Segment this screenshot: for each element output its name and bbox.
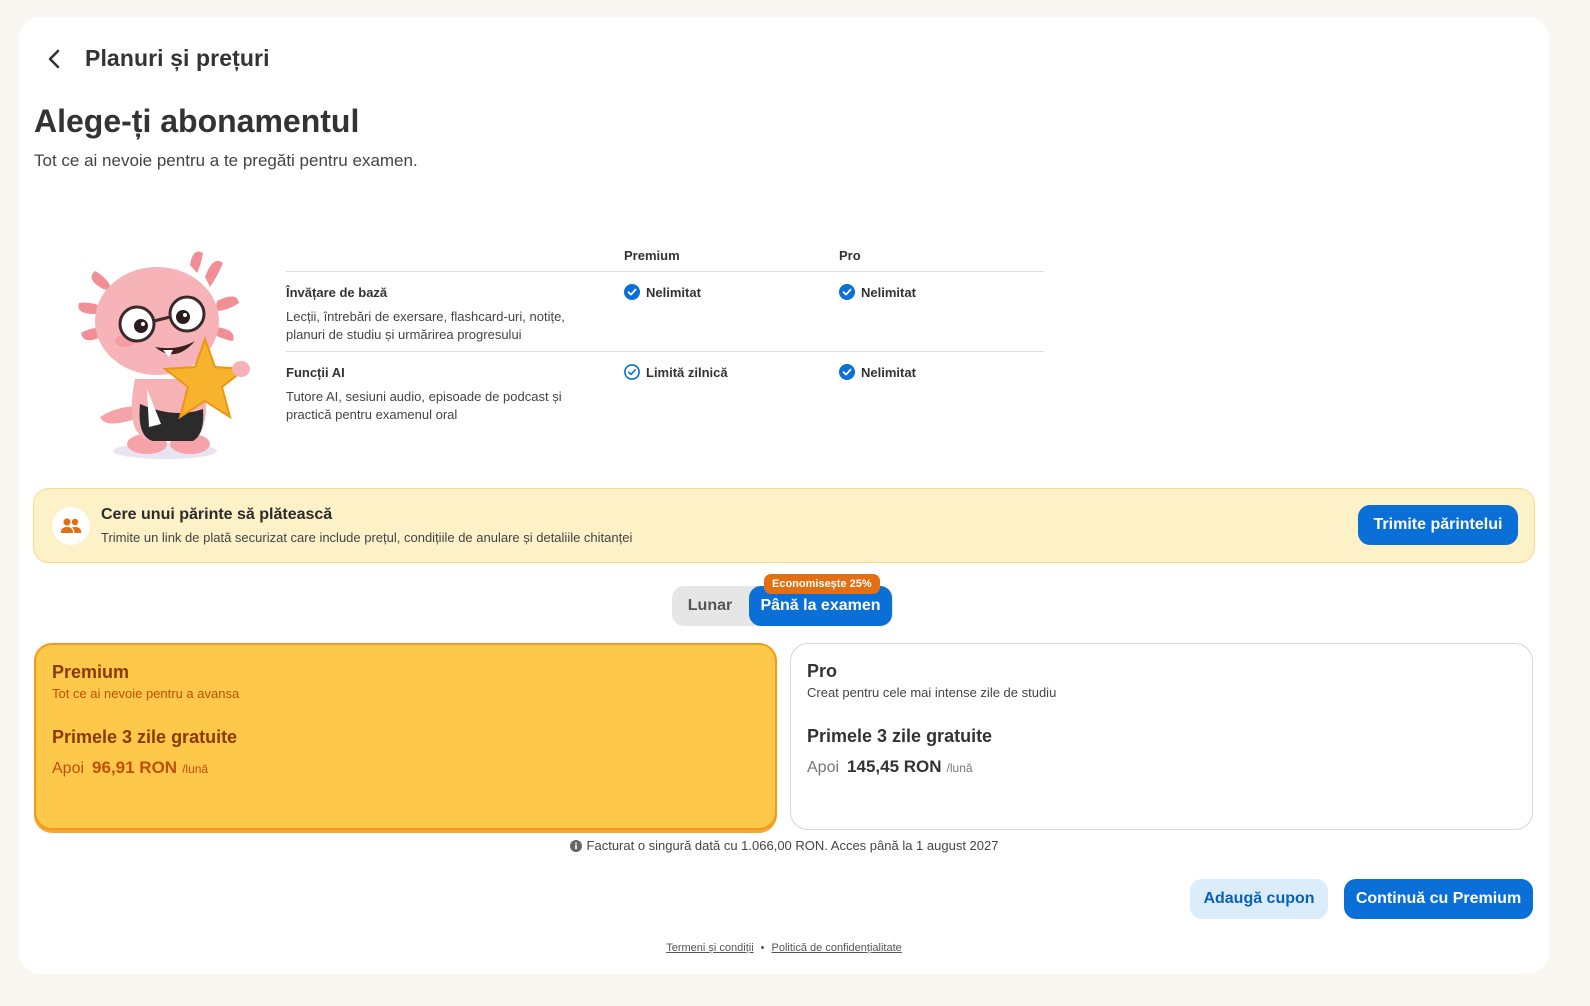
premium-cell: Limită zilnică	[624, 364, 728, 380]
billing-note: Facturat o singură dată cu 1.066,00 RON.…	[19, 838, 1549, 853]
page-header: Planuri și prețuri	[43, 45, 270, 72]
price-amount: 96,91 RON	[92, 758, 178, 777]
plan-card-premium[interactable]: Premium Tot ce ai nevoie pentru a avansa…	[34, 643, 777, 830]
row-description: Lecții, întrebări de exersare, flashcard…	[286, 309, 565, 342]
plan-trial: Primele 3 zile gratuite	[807, 726, 993, 746]
back-button[interactable]	[43, 47, 67, 71]
pro-value: Nelimitat	[861, 364, 916, 380]
plan-name: Pro	[807, 661, 838, 681]
plan-comparison-table: Premium Pro Învățare de bază Lecții, înt…	[286, 245, 1044, 432]
row-description: Tutore AI, sesiuni audio, episoade de po…	[286, 389, 562, 422]
plan-price: Apoi 145,45 RON /lună	[807, 757, 973, 777]
footer-separator: •	[760, 942, 765, 954]
plan-name: Premium	[52, 662, 130, 682]
check-outline-icon	[624, 364, 640, 380]
axolotl-mascot-illustration	[78, 251, 250, 459]
comparison-row-basic-learning: Învățare de bază Lecții, întrebări de ex…	[286, 272, 1044, 352]
toggle-monthly[interactable]: Lunar	[672, 586, 748, 626]
plan-card-pro[interactable]: Pro Creat pentru cele mai intense zile d…	[790, 643, 1533, 830]
pro-value: Nelimitat	[861, 284, 916, 300]
parent-payment-banner: Cere unui părinte să plătească Trimite u…	[33, 488, 1535, 563]
parent-banner-title: Cere unui părinte să plătească	[101, 506, 333, 523]
price-period: /lună	[946, 761, 973, 775]
premium-value: Nelimitat	[646, 284, 701, 300]
check-filled-icon	[839, 364, 855, 380]
comparison-row-ai-features: Funcții AI Tutore AI, sesiuni audio, epi…	[286, 352, 1044, 432]
footer-links: Termeni și condiții • Politică de confid…	[19, 942, 1549, 954]
premium-value: Limită zilnică	[646, 364, 728, 380]
add-coupon-button[interactable]: Adaugă cupon	[1190, 879, 1328, 919]
check-filled-icon	[624, 284, 640, 300]
price-amount: 145,45 RON	[847, 757, 942, 776]
column-header-premium: Premium	[624, 248, 680, 263]
header-title: Planuri și prețuri	[85, 45, 270, 71]
row-title: Funcții AI	[286, 365, 345, 380]
plan-trial: Primele 3 zile gratuite	[52, 727, 238, 747]
pro-cell: Nelimitat	[839, 364, 916, 380]
plans-card: Planuri și prețuri Alege-ți abonamentul …	[19, 17, 1549, 974]
price-period: /lună	[182, 762, 209, 776]
page-title: Alege-ți abonamentul	[34, 103, 360, 139]
plan-price: Apoi 96,91 RON /lună	[52, 758, 208, 778]
premium-cell: Nelimitat	[624, 284, 701, 300]
chevron-left-icon	[48, 49, 60, 68]
send-to-parent-button[interactable]: Trimite părintelui	[1358, 505, 1518, 545]
plan-tagline: Creat pentru cele mai intense zile de st…	[807, 685, 1057, 700]
comparison-header: Premium Pro	[286, 245, 1044, 272]
price-then-label: Apoi	[807, 759, 840, 776]
continue-premium-button[interactable]: Continuă cu Premium	[1344, 879, 1533, 919]
pro-cell: Nelimitat	[839, 284, 916, 300]
terms-link[interactable]: Termeni și condiții	[666, 942, 753, 954]
page-subtitle: Tot ce ai nevoie pentru a te pregăti pen…	[34, 151, 418, 170]
plan-tagline: Tot ce ai nevoie pentru a avansa	[52, 686, 240, 701]
row-title: Învățare de bază	[286, 285, 388, 300]
parent-banner-description: Trimite un link de plată securizat care …	[101, 530, 633, 545]
price-then-label: Apoi	[52, 760, 85, 777]
check-filled-icon	[839, 284, 855, 300]
billing-note-text: Facturat o singură dată cu 1.066,00 RON.…	[586, 838, 999, 853]
column-header-pro: Pro	[839, 248, 861, 263]
privacy-link[interactable]: Politică de confidențialitate	[772, 942, 902, 954]
people-icon	[52, 507, 90, 545]
info-icon	[569, 839, 582, 852]
savings-badge: Economisește 25%	[764, 574, 880, 594]
